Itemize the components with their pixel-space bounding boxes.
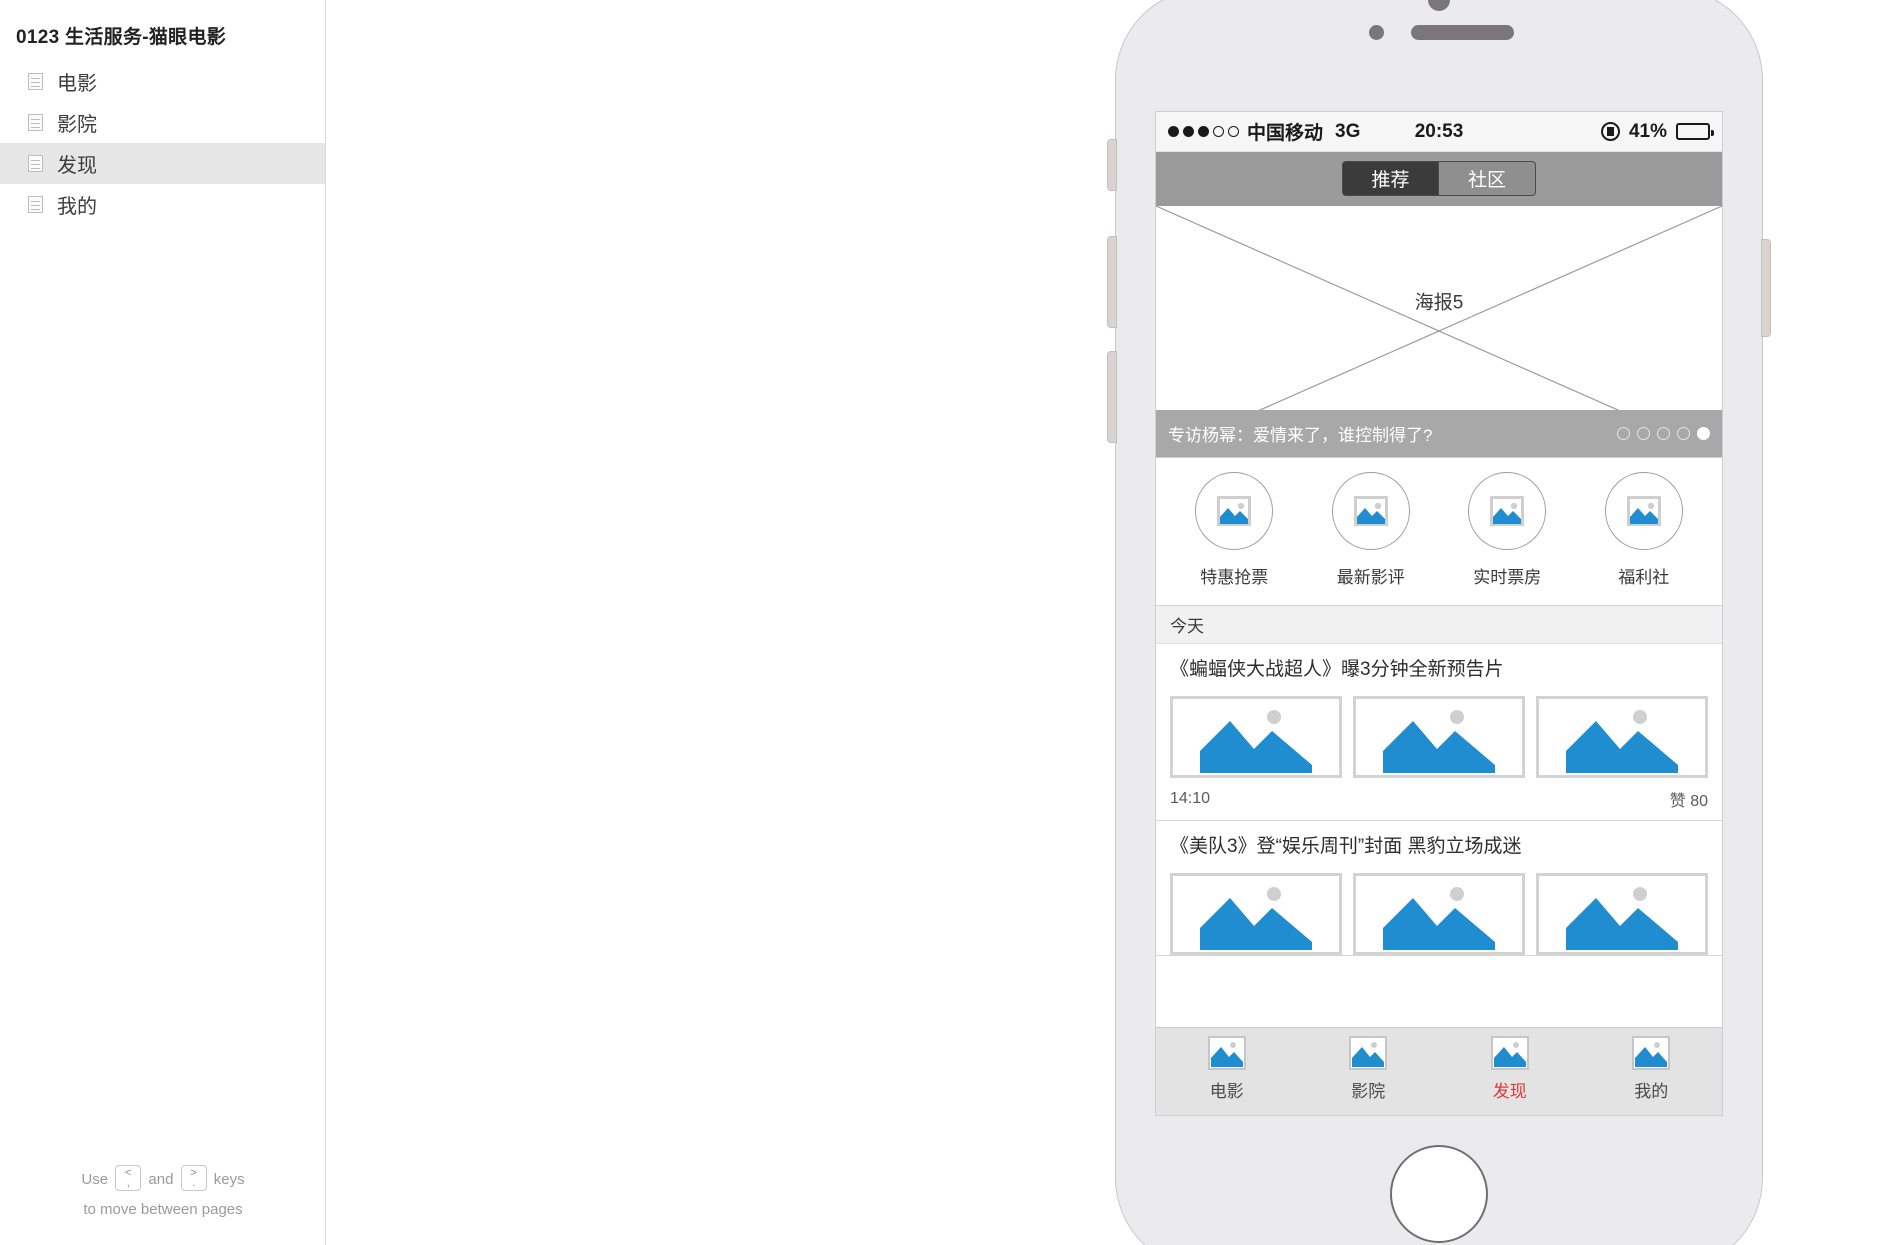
image-placeholder-icon bbox=[1207, 1036, 1246, 1070]
volume-down-button[interactable] bbox=[1107, 351, 1117, 443]
home-button[interactable] bbox=[1390, 1145, 1488, 1243]
prev-page-key-icon: < , bbox=[115, 1165, 142, 1191]
bottom-tab-wode[interactable]: 我的 bbox=[1581, 1036, 1723, 1102]
bottom-tab-label: 我的 bbox=[1634, 1082, 1669, 1101]
banner-caption-text: 专访杨幂：爱情来了，谁控制得了? bbox=[1168, 426, 1433, 445]
sidebar-item-wode[interactable]: 我的 bbox=[0, 184, 325, 225]
page-icon bbox=[28, 114, 43, 131]
bottom-tab-yingyuan[interactable]: 影院 bbox=[1298, 1036, 1440, 1102]
phone-screen: 中国移动 3G 20:53 41% 推荐 社区 海报5 专访杨幂：爱情来了，谁控… bbox=[1155, 111, 1723, 1116]
image-placeholder-icon bbox=[1349, 1036, 1388, 1070]
hint-line-2: to move between pages bbox=[83, 1201, 243, 1218]
sidebar-item-label: 我的 bbox=[57, 196, 97, 218]
quick-entry-tehuiqiangpiao[interactable]: 特惠抢票 bbox=[1166, 472, 1303, 588]
image-placeholder-icon bbox=[1195, 472, 1274, 550]
prev-key-bottom-glyph: , bbox=[126, 1177, 130, 1189]
news-thumbnail[interactable] bbox=[1170, 873, 1342, 955]
sidebar-item-label: 电影 bbox=[57, 73, 97, 95]
phone-mockup: 中国移动 3G 20:53 41% 推荐 社区 海报5 专访杨幂：爱情来了，谁控… bbox=[1107, 0, 1771, 1245]
quick-entry-label: 特惠抢票 bbox=[1200, 568, 1269, 587]
carousel-dot[interactable] bbox=[1657, 427, 1670, 440]
quick-entry-label: 最新影评 bbox=[1336, 568, 1405, 587]
keyboard-hint: Use < , and > . keys to move between pag… bbox=[0, 1165, 326, 1225]
news-thumbnail-row bbox=[1170, 696, 1708, 778]
status-bar: 中国移动 3G 20:53 41% bbox=[1156, 112, 1722, 152]
image-placeholder-icon bbox=[1331, 472, 1410, 550]
status-clock: 20:53 bbox=[1414, 120, 1464, 142]
banner-carousel[interactable]: 海报5 专访杨幂：爱情来了，谁控制得了? bbox=[1156, 205, 1722, 458]
bottom-tab-faxian[interactable]: 发现 bbox=[1439, 1036, 1581, 1102]
bottom-tab-label: 发现 bbox=[1492, 1082, 1527, 1101]
news-meta-row: 14:10 赞 80 bbox=[1170, 778, 1708, 820]
news-title: 《美队3》登“娱乐周刊”封面 黑豹立场成迷 bbox=[1170, 836, 1522, 857]
hint-middle: and bbox=[148, 1171, 174, 1188]
quick-entry-fulishe[interactable]: 福利社 bbox=[1576, 472, 1713, 588]
battery-percent-label: 41% bbox=[1628, 120, 1667, 142]
quick-entry-label: 实时票房 bbox=[1473, 568, 1542, 587]
section-header-today: 今天 bbox=[1156, 606, 1722, 644]
news-card[interactable]: 《蝙蝠侠大战超人》曝3分钟全新预告片 14:10 赞 80 bbox=[1156, 644, 1722, 821]
sidebar: 0123 生活服务-猫眼电影 电影 影院 发现 我的 Use < , and >… bbox=[0, 0, 326, 1245]
quick-entry-row: 特惠抢票 最新影评 实时票房 福利社 bbox=[1156, 458, 1722, 606]
next-key-bottom-glyph: . bbox=[192, 1177, 196, 1189]
news-thumbnail[interactable] bbox=[1353, 873, 1525, 955]
carousel-dot[interactable] bbox=[1677, 427, 1690, 440]
bottom-tab-dianying[interactable]: 电影 bbox=[1156, 1036, 1298, 1102]
screen-root: 0123 生活服务-猫眼电影 电影 影院 发现 我的 Use < , and >… bbox=[0, 0, 1893, 1245]
top-segmented-control: 推荐 社区 bbox=[1156, 152, 1722, 205]
news-thumbnail-row bbox=[1170, 873, 1708, 955]
sidebar-item-label: 发现 bbox=[57, 155, 97, 177]
banner-placeholder-label: 海报5 bbox=[1406, 285, 1472, 317]
rotation-lock-icon bbox=[1600, 122, 1620, 141]
news-card[interactable]: 《美队3》登“娱乐周刊”封面 黑豹立场成迷 bbox=[1156, 821, 1722, 956]
bottom-tab-label: 影院 bbox=[1351, 1082, 1386, 1101]
earpiece-speaker-icon bbox=[1411, 25, 1514, 40]
carousel-dot-active[interactable] bbox=[1697, 427, 1710, 440]
news-title: 《蝙蝠侠大战超人》曝3分钟全新预告片 bbox=[1170, 659, 1504, 680]
next-page-key-icon: > . bbox=[180, 1165, 207, 1191]
news-thumbnail[interactable] bbox=[1536, 873, 1708, 955]
quick-entry-label: 福利社 bbox=[1618, 568, 1670, 587]
proximity-sensor-icon bbox=[1428, 0, 1450, 11]
page-icon bbox=[28, 73, 43, 90]
status-bar-right: 41% bbox=[1600, 120, 1714, 143]
carousel-dot[interactable] bbox=[1637, 427, 1650, 440]
image-placeholder-icon bbox=[1468, 472, 1547, 550]
news-thumbnail[interactable] bbox=[1170, 696, 1342, 778]
page-title: 0123 生活服务-猫眼电影 bbox=[16, 27, 227, 48]
sidebar-item-faxian[interactable]: 发现 bbox=[0, 143, 325, 184]
banner-caption: 专访杨幂：爱情来了，谁控制得了? bbox=[1156, 410, 1722, 457]
carousel-dots[interactable] bbox=[1617, 427, 1710, 440]
news-thumbnail[interactable] bbox=[1353, 696, 1525, 778]
mute-switch-button[interactable] bbox=[1107, 139, 1117, 191]
signal-strength-icon bbox=[1168, 126, 1239, 137]
sidebar-nav-list: 电影 影院 发现 我的 bbox=[0, 61, 325, 225]
tab-recommend[interactable]: 推荐 bbox=[1342, 161, 1439, 196]
sidebar-item-yingyuan[interactable]: 影院 bbox=[0, 102, 325, 143]
bottom-tab-bar: 电影 影院 发现 我的 bbox=[1156, 1027, 1722, 1115]
page-icon bbox=[28, 196, 43, 213]
carrier-label: 中国移动 bbox=[1247, 123, 1324, 144]
quick-entry-shishipiaofang[interactable]: 实时票房 bbox=[1439, 472, 1576, 588]
page-icon bbox=[28, 155, 43, 172]
news-like-count[interactable]: 赞 80 bbox=[1670, 787, 1708, 811]
battery-icon bbox=[1676, 123, 1714, 140]
hint-prefix: Use bbox=[81, 1171, 109, 1188]
tab-community[interactable]: 社区 bbox=[1439, 161, 1536, 196]
carousel-dot[interactable] bbox=[1617, 427, 1630, 440]
volume-up-button[interactable] bbox=[1107, 236, 1117, 328]
front-camera-icon bbox=[1369, 25, 1384, 40]
hint-suffix: keys bbox=[213, 1171, 245, 1188]
sidebar-item-label: 影院 bbox=[57, 114, 97, 136]
image-placeholder-icon bbox=[1632, 1036, 1671, 1070]
network-type-label: 3G bbox=[1335, 120, 1361, 142]
image-placeholder-icon bbox=[1604, 472, 1683, 550]
news-time: 14:10 bbox=[1170, 790, 1211, 807]
power-button[interactable] bbox=[1761, 239, 1771, 337]
image-placeholder-icon bbox=[1490, 1036, 1529, 1070]
news-thumbnail[interactable] bbox=[1536, 696, 1708, 778]
quick-entry-zuixinyingping[interactable]: 最新影评 bbox=[1303, 472, 1440, 588]
sidebar-item-dianying[interactable]: 电影 bbox=[0, 61, 325, 102]
bottom-tab-label: 电影 bbox=[1209, 1082, 1244, 1101]
